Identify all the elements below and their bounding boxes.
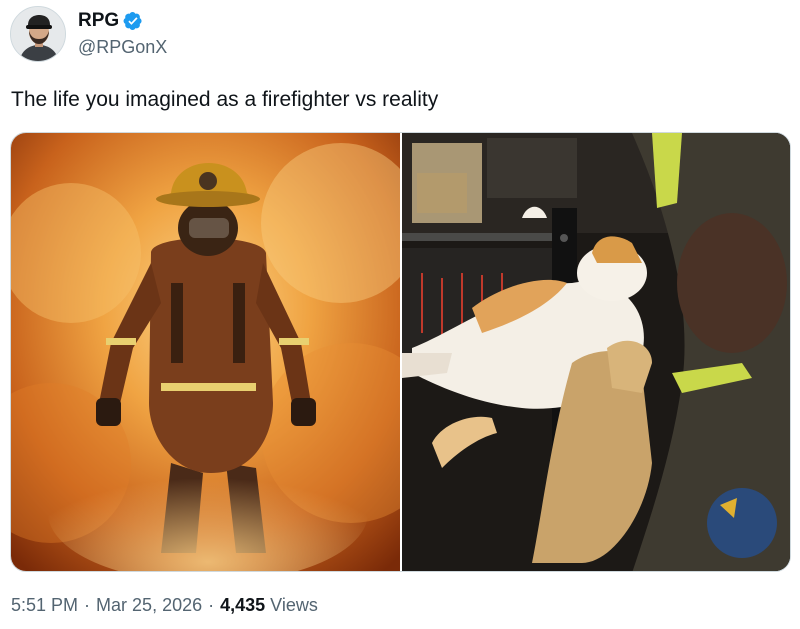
views-count[interactable]: 4,435 <box>220 595 265 616</box>
firefighter-in-flames-photo[interactable] <box>11 133 400 571</box>
firefighter-photo-drawing <box>11 133 400 571</box>
media-grid <box>10 132 791 572</box>
avatar[interactable] <box>10 6 66 62</box>
verified-badge-icon <box>123 11 142 30</box>
tweet-header: RPG @RPGonX <box>10 6 167 62</box>
firefighter-holding-cat-photo[interactable] <box>402 133 790 571</box>
meta-separator: · <box>208 595 215 615</box>
tweet-time[interactable]: 5:51 PM <box>11 595 78 616</box>
display-name[interactable]: RPG <box>78 9 119 33</box>
meta-separator: · <box>84 595 91 615</box>
tweet-date[interactable]: Mar 25, 2026 <box>96 595 202 616</box>
handle[interactable]: @RPGonX <box>78 34 167 60</box>
cat-rescue-photo-drawing <box>402 133 790 571</box>
avatar-image <box>11 7 65 61</box>
views-label: Views <box>270 595 318 615</box>
tweet-meta: 5:51 PM · Mar 25, 2026 · 4,435 Views <box>11 595 318 616</box>
tweet-text: The life you imagined as a firefighter v… <box>11 88 439 111</box>
